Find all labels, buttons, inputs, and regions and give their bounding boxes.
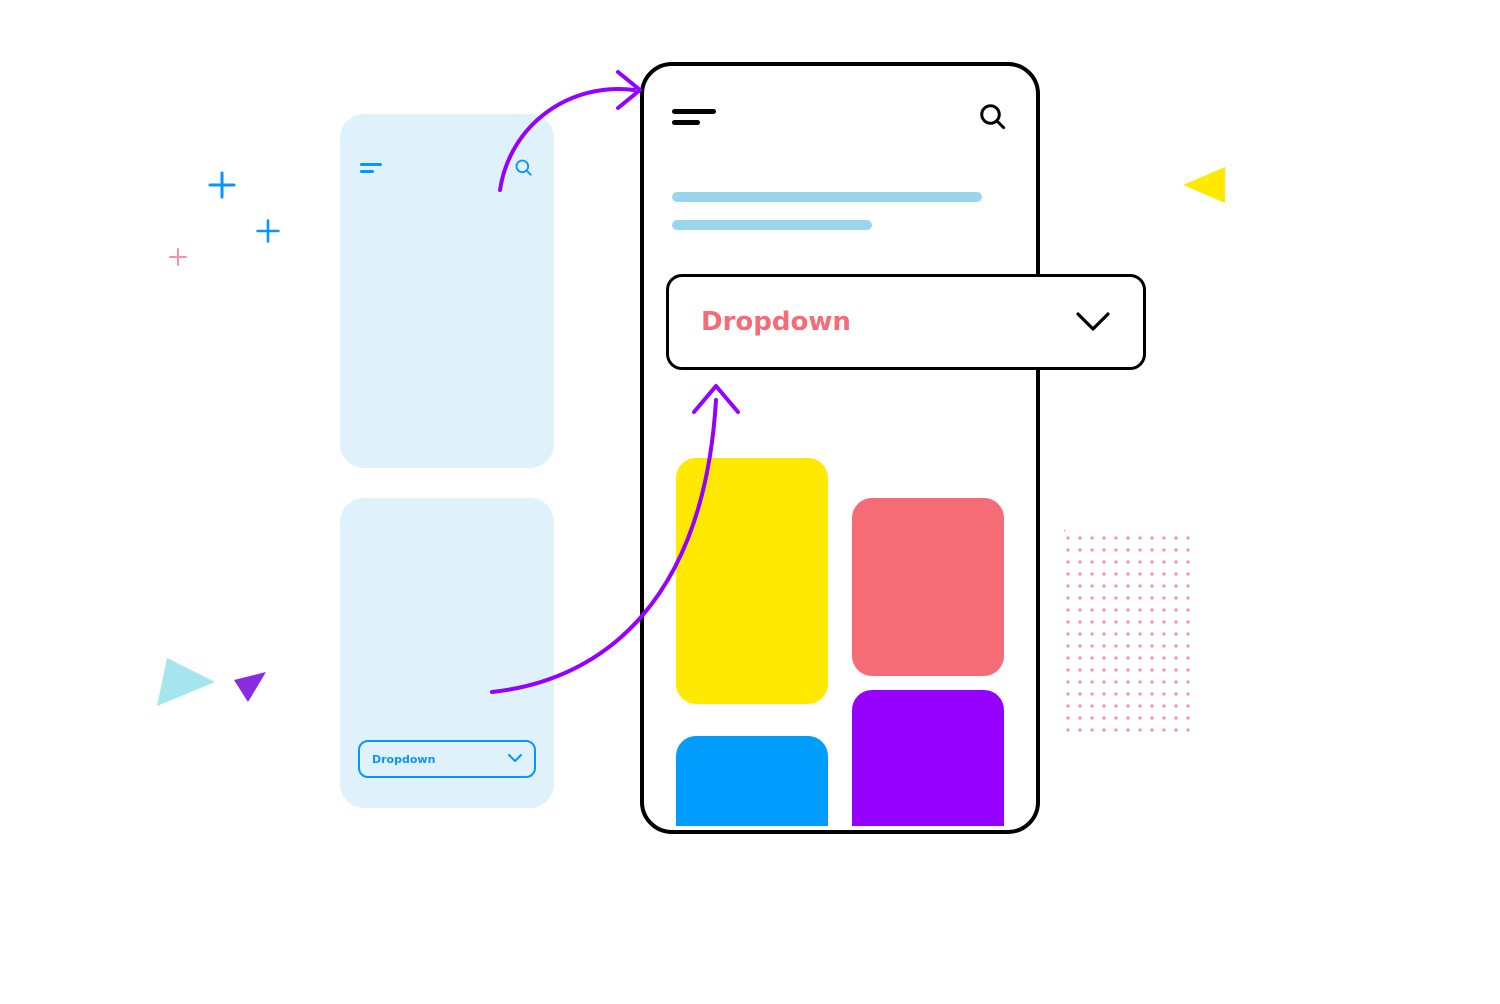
dropdown-wide[interactable]: Dropdown <box>666 274 1146 370</box>
plus-icon-pink <box>168 247 188 267</box>
triangle-yellow-icon <box>1183 167 1225 203</box>
menu-icon[interactable] <box>672 109 716 125</box>
card-blue[interactable] <box>676 736 828 826</box>
menu-icon[interactable] <box>360 163 382 173</box>
dropdown-small-label: Dropdown <box>372 753 435 766</box>
triangle-cyan-icon <box>157 658 215 706</box>
dot-grid-icon <box>1064 534 1194 742</box>
card-purple[interactable] <box>852 690 1004 826</box>
text-placeholder-lines <box>672 192 982 230</box>
dropdown-small[interactable]: Dropdown <box>358 740 536 778</box>
diagram-stage: {} Dropdown <box>0 0 1500 1004</box>
triangle-purple-small-icon <box>234 672 266 702</box>
chevron-down-icon <box>508 754 522 764</box>
chevron-down-icon <box>1075 311 1111 333</box>
plus-icon-blue-2 <box>255 218 281 244</box>
plus-icon-blue-1 <box>207 170 237 200</box>
search-icon[interactable] <box>978 102 1008 132</box>
arrow-bottom-icon <box>484 380 744 700</box>
arrow-top-icon <box>490 64 650 194</box>
dropdown-wide-label: Dropdown <box>701 307 851 337</box>
card-coral[interactable] <box>852 498 1004 676</box>
